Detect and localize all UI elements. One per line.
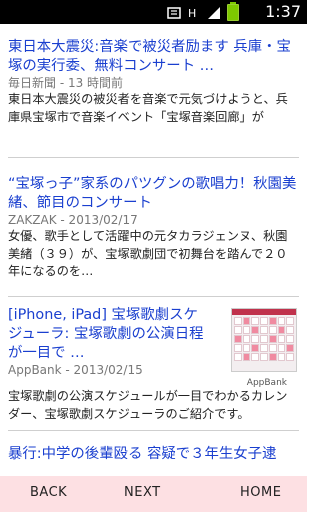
status-icons: H <box>167 2 239 21</box>
battery-icon <box>227 2 239 21</box>
article-title[interactable]: 東日本大震災:音楽で被災者励ます 兵庫・宝塚の実行委、無料コンサート … <box>8 38 298 76</box>
article-body: 東日本大震災の被災者を音楽で元気づけようと、兵庫県宝塚市で音楽イベント「宝塚音楽… <box>8 92 288 124</box>
article-title[interactable]: [iPhone, iPad] 宝塚歌劇スケジューラ: 宝塚歌劇の公演日程が一目で… <box>8 306 208 363</box>
home-button[interactable]: HOME <box>240 485 281 500</box>
article-title[interactable]: “宝塚っ子”家系のパツグンの歌唱力！秋園美緒、節目のコンサート <box>8 175 298 213</box>
status-time: 1:37 <box>265 2 301 21</box>
article-source: AppBank - 2013/02/15 <box>8 363 143 377</box>
article-title[interactable]: 暴行:中学の後輩殴る 容疑で３年生女子逮 <box>8 445 298 464</box>
divider <box>8 430 299 431</box>
thumbnail-caption: AppBank <box>246 378 287 388</box>
notification-icon <box>167 6 181 19</box>
divider <box>8 296 299 297</box>
article-thumbnail[interactable] <box>231 308 297 372</box>
bottom-nav: BACK NEXT HOME <box>0 476 307 512</box>
svg-text:H: H <box>188 7 196 20</box>
article-source: ZAKZAK - 2013/02/17 <box>8 213 138 227</box>
article-body: 女優、歌手として活躍中の元タカラジェンヌ、秋園美緒（３９）が、宝塚歌劇団で初舞台… <box>8 229 288 278</box>
article-body: 宝塚歌劇の公演スケジュールが一目でわかるカレンダー、宝塚歌劇スケジューラのご紹介… <box>8 389 288 421</box>
next-button[interactable]: NEXT <box>124 485 161 500</box>
back-button[interactable]: BACK <box>30 485 67 500</box>
article-source: 毎日新聞 - 13 時間前 <box>8 76 124 90</box>
divider <box>8 157 299 158</box>
sim-icon: H <box>188 7 196 20</box>
status-bar: H 1:37 <box>0 0 307 24</box>
news-list[interactable]: 東日本大震災:音楽で被災者励ます 兵庫・宝塚の実行委、無料コンサート … 毎日新… <box>0 24 307 476</box>
signal-icon <box>208 6 220 19</box>
